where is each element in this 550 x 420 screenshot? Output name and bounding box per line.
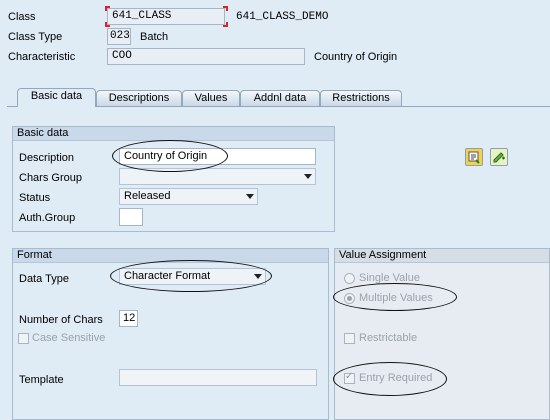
description-input[interactable]: Country of Origin — [119, 148, 316, 165]
num-chars-input[interactable]: 12 — [119, 310, 138, 327]
case-sensitive-checkbox[interactable] — [18, 333, 29, 344]
tab-values[interactable]: Values — [182, 90, 240, 106]
num-chars-value: 12 — [123, 312, 136, 324]
tab-restrictions[interactable]: Restrictions — [320, 90, 402, 106]
restrictable-checkbox[interactable] — [344, 333, 355, 344]
single-value-radio[interactable] — [344, 273, 355, 284]
description-value: Country of Origin — [124, 150, 208, 162]
entry-required-label: Entry Required — [359, 372, 433, 384]
class-type-description: Batch — [140, 31, 169, 43]
other-language-icon-graphic — [468, 151, 480, 164]
format-title: Format — [13, 249, 328, 263]
auth-group-input[interactable] — [119, 208, 143, 226]
other-language-icon[interactable] — [465, 148, 483, 166]
restrictable-label: Restrictable — [359, 332, 418, 344]
class-type-field[interactable]: 023 — [107, 28, 131, 45]
template-label: Template — [19, 374, 64, 386]
tab-descriptions[interactable]: Descriptions — [96, 90, 182, 106]
auth-group-label: Auth.Group — [19, 212, 76, 224]
multiple-values-label: Multiple Values — [359, 292, 433, 304]
chars-group-label: Chars Group — [19, 172, 82, 184]
chevron-down-icon — [246, 194, 254, 199]
data-type-value: Character Format — [124, 270, 211, 282]
chevron-down-icon — [254, 274, 262, 279]
focus-corner-bl — [105, 22, 110, 27]
tab-addnl-data[interactable]: Addnl data — [240, 90, 320, 106]
data-type-select[interactable]: Character Format — [119, 268, 266, 285]
class-type-label: Class Type — [8, 31, 63, 43]
class-field[interactable]: 641_CLASS — [107, 8, 225, 25]
basic-data-title: Basic data — [13, 127, 334, 141]
status-value: Released — [124, 190, 171, 202]
class-description: 641_CLASS_DEMO — [236, 11, 329, 23]
focus-corner-tl — [105, 6, 110, 11]
class-value: 641_CLASS — [112, 10, 172, 22]
class-label: Class — [8, 11, 36, 23]
change-icon[interactable] — [490, 148, 508, 166]
description-label: Description — [19, 152, 75, 164]
multiple-values-radio[interactable] — [344, 293, 355, 304]
focus-corner-br — [223, 22, 228, 27]
characteristic-description: Country of Origin — [314, 51, 398, 63]
value-assignment-title: Value Assignment — [335, 249, 549, 263]
single-value-label: Single Value — [359, 272, 420, 284]
template-input[interactable] — [119, 369, 317, 386]
characteristic-label: Characteristic — [8, 51, 76, 63]
status-label: Status — [19, 192, 51, 204]
tab-basic-data[interactable]: Basic data — [17, 88, 96, 107]
characteristic-value: COO — [112, 50, 132, 62]
chars-group-select[interactable] — [119, 168, 316, 185]
num-chars-label: Number of Chars — [19, 314, 103, 326]
class-type-value: 023 — [110, 30, 130, 42]
characteristic-field[interactable]: COO — [107, 48, 305, 65]
data-type-label: Data Type — [19, 273, 69, 285]
entry-required-checkbox[interactable] — [344, 371, 355, 384]
case-sensitive-label: Case Sensitive — [32, 332, 106, 344]
change-icon-graphic — [493, 152, 505, 163]
chevron-down-icon — [304, 174, 312, 179]
focus-corner-tr — [223, 6, 228, 11]
status-select[interactable]: Released — [119, 188, 258, 205]
